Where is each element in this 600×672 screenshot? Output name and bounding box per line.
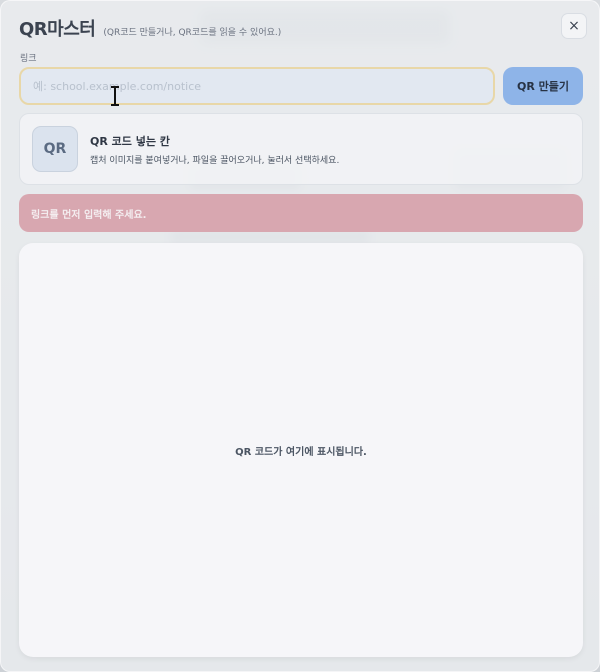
make-qr-button[interactable]: QR 만들기 bbox=[503, 67, 583, 105]
drop-zone-text: QR 코드 넣는 칸 캡처 이미지를 붙여넣거나, 파일을 끌어오거나, 눌러서… bbox=[90, 133, 339, 166]
app-subtitle: (QR코드 만들거나, QR코드를 읽을 수 있어요.) bbox=[103, 28, 282, 38]
link-field-label: 링크 bbox=[20, 54, 37, 64]
qr-preview-area: QR 코드가 여기에 표시됩니다. bbox=[19, 243, 583, 657]
close-button[interactable]: × bbox=[561, 13, 587, 39]
drop-zone-title: QR 코드 넣는 칸 bbox=[90, 134, 170, 148]
dialog-header: QR마스터 (QR코드 만들거나, QR코드를 읽을 수 있어요.) bbox=[19, 15, 281, 41]
link-input[interactable] bbox=[19, 67, 495, 105]
error-banner: 링크를 먼저 입력해 주세요. bbox=[19, 194, 583, 232]
preview-placeholder: QR 코드가 여기에 표시됩니다. bbox=[235, 446, 367, 458]
error-message: 링크를 먼저 입력해 주세요. bbox=[31, 209, 147, 221]
text-cursor-icon bbox=[111, 86, 119, 106]
drop-zone-description: 캡처 이미지를 붙여넣거나, 파일을 끌어오거나, 눌러서 선택하세요. bbox=[90, 155, 340, 166]
app-title: QR마스터 bbox=[19, 19, 96, 40]
qr-master-dialog: QR마스터 (QR코드 만들거나, QR코드를 읽을 수 있어요.) × 링크 … bbox=[0, 0, 600, 672]
close-icon: × bbox=[568, 18, 580, 34]
qr-icon: QR bbox=[32, 126, 78, 172]
qr-drop-zone[interactable]: QR QR 코드 넣는 칸 캡처 이미지를 붙여넣거나, 파일을 끌어오거나, … bbox=[19, 113, 583, 185]
